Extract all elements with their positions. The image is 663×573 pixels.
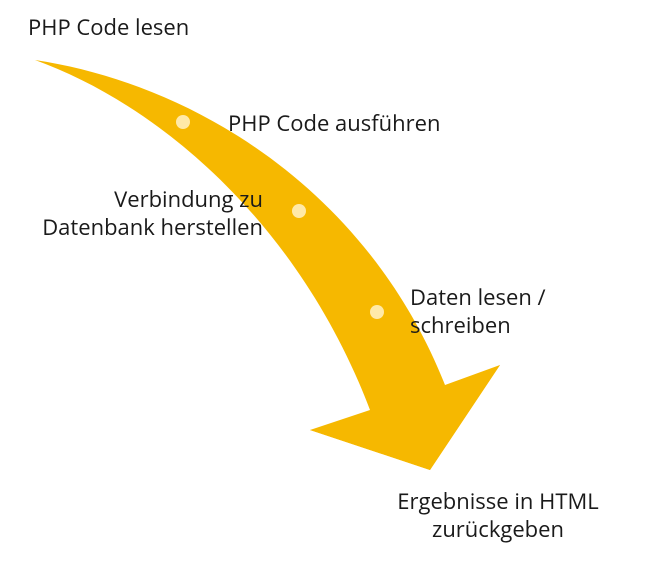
step-dot-1 bbox=[176, 115, 190, 129]
php-process-diagram: PHP Code lesen PHP Code ausführen Verbin… bbox=[0, 0, 663, 573]
step-label-read-code: PHP Code lesen bbox=[28, 14, 189, 42]
step-dot-2 bbox=[292, 204, 306, 218]
step-dot-3 bbox=[370, 305, 384, 319]
step-label-exec-code: PHP Code ausführen bbox=[228, 110, 440, 138]
step-label-data-rw: Daten lesen / schreiben bbox=[410, 284, 546, 339]
step-label-output-html: Ergebnisse in HTML zurückgeben bbox=[348, 488, 648, 543]
step-label-db-connect: Verbindung zu Datenbank herstellen bbox=[42, 186, 263, 241]
